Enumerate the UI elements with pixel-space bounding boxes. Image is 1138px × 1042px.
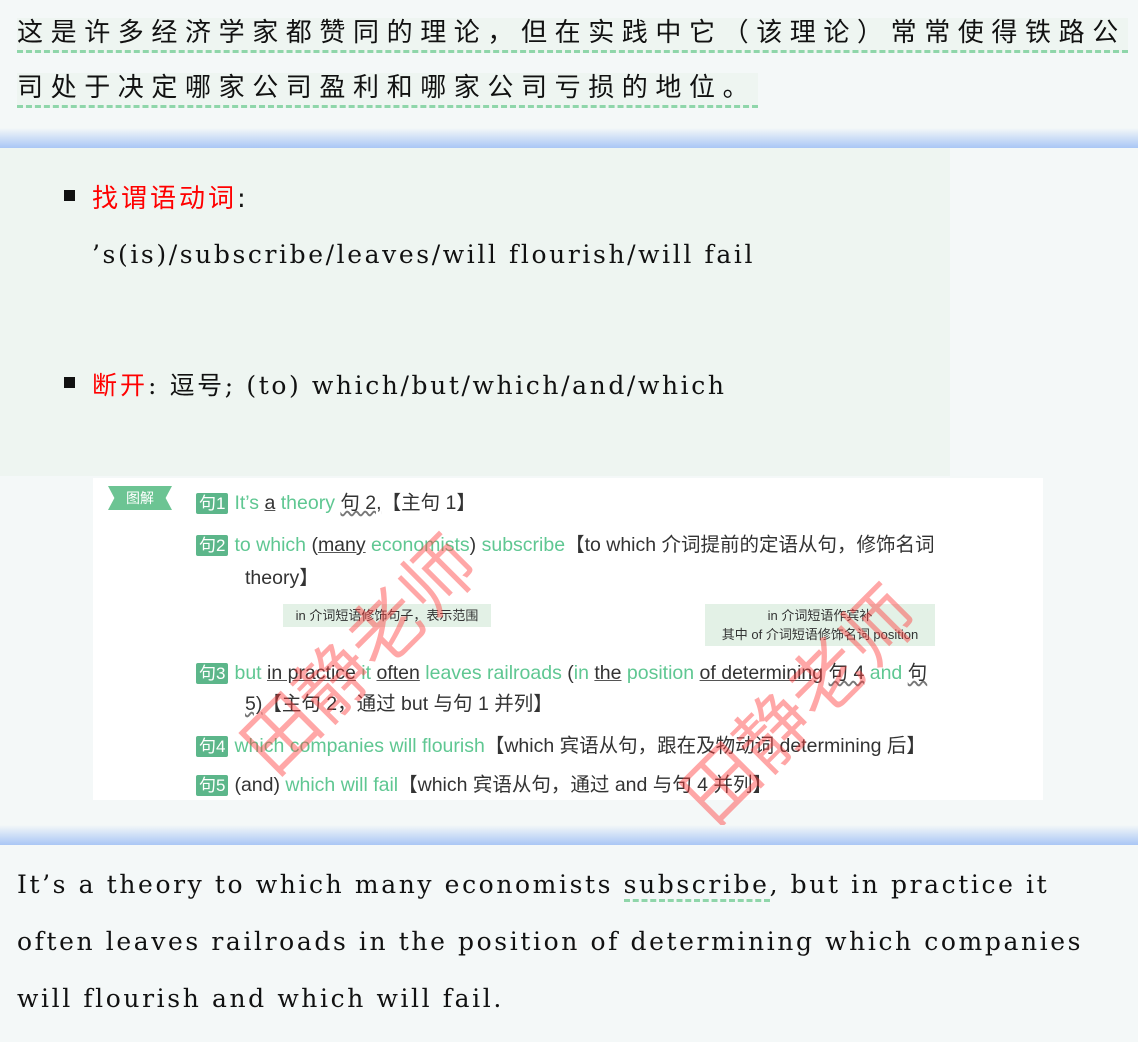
text-span: leaves railroads (425, 662, 562, 684)
text-span: many (317, 534, 366, 556)
sentence-line-3: will flourish and which will fail. (17, 984, 504, 1013)
section-divider (0, 825, 1138, 845)
diagram-tag: 图解 (108, 486, 172, 510)
text-span: it (361, 662, 372, 684)
text-span: 句 4 (828, 662, 865, 684)
text-span: often (376, 662, 420, 684)
clause-3: 句3 but in practice it often leaves railro… (196, 656, 927, 685)
section-divider (0, 128, 1138, 148)
text-span: : (237, 184, 249, 214)
text-span: 这是许多经济学家都赞同的理论，但在实践中它（该理论）常常使得铁路公 (17, 18, 1128, 53)
text-span: the (594, 662, 622, 684)
translation-line-2: 司处于决定哪家公司盈利和哪家公司亏损的地位。 (17, 67, 759, 108)
text-span: ) (469, 534, 477, 556)
text-span: 5) (245, 693, 263, 715)
translation-line-1: 这是许多经济学家都赞同的理论，但在实践中它（该理论）常常使得铁路公 (17, 12, 1128, 53)
text-span: 其中 of 介词短语修饰名词 position (721, 627, 919, 642)
clause-3-cont: 5)【主句 2，通过 but 与句 1 并列】 (245, 687, 553, 716)
text-span: in (573, 662, 589, 684)
clause-2-cont: theory】 (245, 567, 319, 589)
text-span: to which (234, 534, 307, 556)
text-span: 句2 (196, 535, 229, 556)
text-span: theory (280, 492, 335, 514)
note-in-complement: in 介词短语作宾补其中 of 介词短语修饰名词 position (705, 604, 935, 646)
text-span: It’s a theory to which many economists (17, 870, 624, 899)
clause-1: 句1 It’s a theory 句 2,【主句 1】 (196, 486, 476, 515)
text-span: economists (371, 534, 470, 556)
text-span: 司处于决定哪家公司盈利和哪家公司亏损的地位。 (17, 73, 759, 108)
text-span: subscribe (481, 534, 566, 556)
sentence-line-1: It’s a theory to which many economists s… (17, 870, 1050, 902)
text-span: in practice (267, 662, 356, 684)
text-span: It’s (234, 492, 260, 514)
text-span: 句4 (196, 736, 229, 757)
sentence-diagram: 图解 句1 It’s a theory 句 2,【主句 1】 句2 to which… (93, 478, 1043, 841)
text-span: which companies will flourish (234, 735, 485, 757)
text-span: but (234, 662, 262, 684)
break-line: 断开: 逗号; (to) which/but/which/and/which (92, 366, 727, 402)
text-span: 句1 (196, 493, 229, 514)
text-span: 句 2, (340, 492, 382, 514)
text-span: 【which 宾语从句，跟在及物动词 determining 后】 (484, 735, 926, 757)
analysis-panel: 找谓语动词: ’s(is)/subscribe/leaves/will flou… (0, 148, 950, 476)
bullet-icon (64, 190, 75, 201)
clause-5: 句5 (and) which will fail【which 宾语从句，通过 an… (196, 768, 772, 797)
text-span: and (869, 662, 903, 684)
text-span: 找谓语动词 (92, 184, 238, 214)
text-span: 【which 宾语从句，通过 and 与句 4 并列】 (398, 774, 772, 796)
text-span: 【to which 介词提前的定语从句，修饰名词 (565, 534, 935, 556)
text-span: 【主句 1】 (381, 492, 476, 514)
bullet-icon (64, 377, 75, 388)
text-span: (and) (234, 774, 280, 796)
predicate-heading: 找谓语动词: (92, 178, 249, 215)
text-span: a (264, 492, 276, 514)
text-span: , but in practice it (769, 870, 1050, 899)
clause-4: 句4 which companies will flourish【which 宾语… (196, 729, 926, 758)
text-span: in 介词短语作宾补 (767, 608, 873, 623)
predicate-list: ’s(is)/subscribe/leaves/will flourish/wi… (92, 240, 756, 269)
text-span: 【主句 2，通过 but 与句 1 并列】 (262, 693, 553, 715)
text-span: 句5 (196, 775, 229, 796)
text-span: which will fail (285, 774, 399, 796)
text-span: : 逗号; (to) which/but/which/and/which (148, 371, 727, 400)
text-span: of determining (699, 662, 824, 684)
clause-2: 句2 to which (many economists) subscribe【t… (196, 528, 935, 557)
text-span: 句3 (196, 663, 229, 684)
text-span: 断开 (92, 371, 149, 400)
sentence-line-2: often leaves railroads in the position o… (17, 927, 1084, 956)
text-span: 句 (907, 662, 928, 684)
text-span: position (626, 662, 695, 684)
text-span: subscribe (623, 870, 770, 902)
note-in-phrase: in 介词短语修饰句子，表示范围 (283, 604, 491, 627)
watermark: 田静老师 (665, 571, 936, 842)
